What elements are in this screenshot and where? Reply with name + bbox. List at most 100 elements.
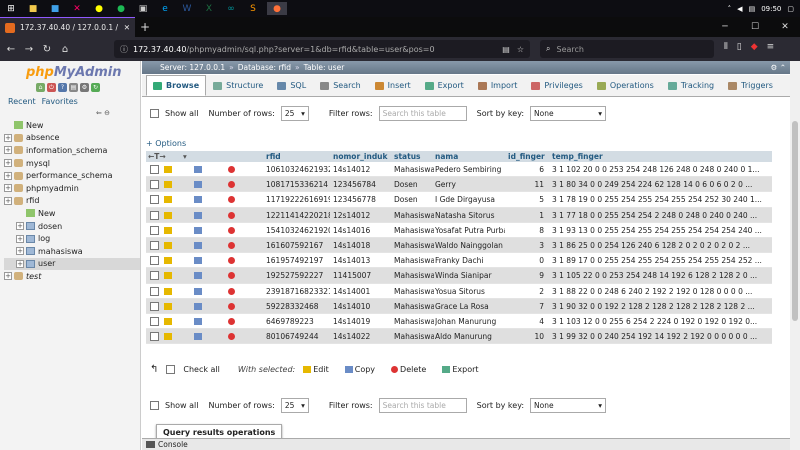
firefox-icon[interactable]: ● (267, 2, 287, 15)
console-bar[interactable]: Console (142, 438, 790, 450)
cell-id-finger[interactable]: 9 (508, 271, 544, 280)
sort-by-key-select[interactable]: None ▾ (530, 397, 607, 413)
row-edit-button[interactable]: Edit (164, 271, 174, 280)
row-edit-button[interactable]: Edit (164, 211, 174, 220)
check-all-label[interactable]: Check all (183, 365, 220, 374)
cell-rfid[interactable]: 192527592227 (266, 271, 330, 280)
sidebar-icon[interactable]: ▯ (737, 42, 742, 52)
options-link[interactable]: + Options (146, 139, 186, 148)
tree-item-label[interactable]: mahasiswa (38, 247, 83, 256)
cell-id-finger[interactable]: 7 (508, 302, 544, 311)
browser-search-bar[interactable]: ⌕ Search (540, 40, 714, 58)
row-copy-button[interactable]: Copy (194, 287, 204, 296)
expand-icon[interactable]: + (16, 234, 24, 243)
tree-item[interactable]: + test (4, 270, 140, 283)
tree-item[interactable]: + dosen (4, 220, 140, 233)
tree-item[interactable]: + information_schema (4, 144, 140, 157)
row-delete-button[interactable]: Delete (228, 271, 237, 280)
sort-by-key-select[interactable]: None ▾ (530, 105, 607, 121)
row-delete-button[interactable]: Delete (228, 256, 237, 265)
close-tab-icon[interactable]: ✕ (124, 23, 130, 32)
cell-rfid[interactable]: 12211414220218 (266, 211, 330, 220)
expand-icon[interactable]: + (4, 159, 12, 168)
row-checkbox[interactable] (150, 256, 159, 266)
row-delete-button[interactable]: Delete (228, 241, 237, 250)
file-explorer-icon[interactable]: ■ (25, 2, 41, 15)
tab-privileges[interactable]: Privileges (524, 75, 589, 96)
back-icon[interactable]: ← (2, 44, 20, 55)
row-delete-button[interactable]: Delete (228, 287, 237, 296)
col-temp-finger[interactable]: temp_finger (552, 152, 603, 161)
row-checkbox[interactable] (150, 271, 159, 281)
row-edit-button[interactable]: Edit (164, 180, 174, 189)
row-checkbox[interactable] (150, 332, 159, 342)
row-checkbox[interactable] (150, 301, 159, 311)
bulk-delete-button[interactable]: Delete (391, 365, 426, 374)
row-edit-button[interactable]: Edit (164, 332, 174, 341)
settings-icon[interactable]: ⚙ (80, 83, 89, 92)
cell-status[interactable]: Mahasiswa (394, 241, 434, 250)
row-edit-button[interactable]: Edit (164, 302, 174, 311)
breadcrumb-database[interactable]: Database: rfid (238, 63, 291, 72)
col-nomor-induk[interactable]: nomor_induk (333, 152, 388, 161)
row-checkbox[interactable] (150, 180, 159, 190)
col-rfid[interactable]: rfid (266, 152, 281, 161)
row-copy-button[interactable]: Copy (194, 226, 204, 235)
bulk-copy-button[interactable]: Copy (344, 365, 375, 374)
tree-item[interactable]: + log (4, 232, 140, 245)
cell-nomor-induk[interactable]: 14s14012 (333, 165, 391, 174)
cell-rfid[interactable]: 80106749244 (266, 332, 330, 341)
tree-item[interactable]: + phpmyadmin (4, 182, 140, 195)
xampp-icon[interactable]: ✕ (69, 2, 85, 15)
row-copy-button[interactable]: Copy (194, 256, 204, 265)
expand-icon[interactable]: + (4, 196, 12, 205)
reload-icon[interactable]: ↻ (38, 44, 56, 55)
cell-status[interactable]: Mahasiswa (394, 165, 434, 174)
expand-icon[interactable]: + (4, 171, 12, 180)
show-all-checkbox[interactable] (150, 108, 159, 118)
info-icon[interactable]: ⓘ (120, 44, 128, 55)
expand-icon[interactable]: + (4, 133, 12, 142)
cell-nama[interactable]: I Gde Dirgayusa (435, 195, 505, 204)
row-delete-button[interactable]: Delete (228, 317, 237, 326)
tree-item-label[interactable]: rfid (26, 196, 39, 205)
tree-item-label[interactable]: mysql (26, 159, 50, 168)
row-delete-button[interactable]: Delete (228, 226, 237, 235)
excel-icon[interactable]: X (201, 2, 217, 15)
edge-icon[interactable]: e (157, 2, 173, 15)
tree-item[interactable]: New (4, 207, 140, 220)
number-of-rows-select[interactable]: 25 ▾ (280, 105, 309, 121)
reload-nav-icon[interactable]: ↻ (91, 83, 100, 92)
cell-nomor-induk[interactable]: 14s14001 (333, 287, 391, 296)
cell-rfid[interactable]: 10610324621932 (266, 165, 330, 174)
home-icon[interactable]: ⌂ (36, 83, 45, 92)
cell-rfid[interactable]: 6469789223 (266, 317, 330, 326)
tab-search[interactable]: Search (313, 75, 367, 96)
reader-view-icon[interactable]: ▤ (502, 45, 510, 54)
arduino-icon[interactable]: ∞ (223, 2, 239, 15)
tree-item-label[interactable]: phpmyadmin (26, 184, 79, 193)
expand-icon[interactable]: + (4, 272, 12, 281)
tree-item[interactable]: + mysql (4, 157, 140, 170)
tree-item-label[interactable]: information_schema (26, 146, 107, 155)
cell-temp-finger[interactable]: 3 1 78 19 0 0 255 254 255 254 255 254 25… (552, 195, 770, 204)
tab-insert[interactable]: Insert (368, 75, 418, 96)
row-checkbox[interactable] (150, 316, 159, 326)
cell-nama[interactable]: Aldo Manurung (435, 332, 505, 341)
cell-status[interactable]: Dosen (394, 180, 434, 189)
row-edit-button[interactable]: Edit (164, 287, 174, 296)
cell-rfid[interactable]: 117192226169194 (266, 195, 330, 204)
row-copy-button[interactable]: Copy (194, 211, 204, 220)
show-all-checkbox[interactable] (150, 400, 159, 410)
spotify-icon[interactable]: ● (113, 2, 129, 15)
row-checkbox[interactable] (150, 286, 159, 296)
cell-rfid[interactable]: 23918716823321 (266, 287, 330, 296)
photos-icon[interactable]: ■ (47, 2, 63, 15)
row-copy-button[interactable]: Copy (194, 241, 204, 250)
row-copy-button[interactable]: Copy (194, 195, 204, 204)
tree-item[interactable]: + user (4, 257, 140, 271)
cell-status[interactable]: Mahasiswa (394, 302, 434, 311)
browser-tab[interactable]: 172.37.40.40 / 127.0.0.1 / rfid / user ✕ (0, 17, 135, 37)
cell-rfid[interactable]: 161607592167 (266, 241, 330, 250)
chevron-up-icon[interactable]: ˄ (728, 5, 732, 13)
